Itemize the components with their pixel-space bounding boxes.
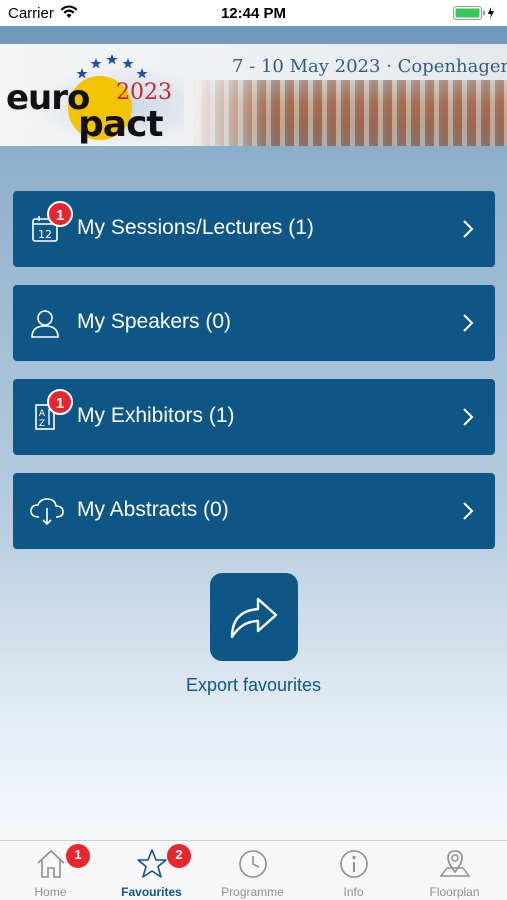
- logo-text-pact: pact: [78, 104, 164, 145]
- city-skyline-image: [190, 80, 507, 146]
- cloud-download-icon: [29, 495, 64, 527]
- svg-text:A: A: [39, 409, 46, 419]
- tab-floorplan[interactable]: Floorplan: [404, 841, 505, 900]
- battery-icon: [453, 5, 497, 25]
- menu-item-my-exhibitors[interactable]: A Z 1 My Exhibitors (1): [13, 379, 495, 455]
- chevron-right-icon: [461, 500, 475, 522]
- europact-logo: euro 2023 pact: [6, 54, 206, 146]
- menu-item-label: My Speakers (0): [77, 310, 232, 333]
- logo-text-euro: euro: [6, 78, 90, 118]
- sessions-badge: 1: [47, 201, 73, 227]
- chevron-right-icon: [461, 406, 475, 428]
- tab-label: Home: [34, 885, 67, 899]
- tab-label: Favourites: [121, 885, 182, 899]
- exhibitors-badge: 1: [47, 389, 73, 415]
- calendar-day: 12: [38, 228, 52, 241]
- tab-favourites[interactable]: 2 Favourites: [101, 841, 202, 900]
- menu-item-my-abstracts[interactable]: My Abstracts (0): [13, 473, 495, 549]
- logo-year: 2023: [116, 80, 172, 105]
- menu-item-my-sessions[interactable]: 12 1 My Sessions/Lectures (1): [13, 191, 495, 267]
- person-icon: [29, 307, 61, 339]
- export-favourites-label[interactable]: Export favourites: [0, 675, 507, 696]
- tab-label: Floorplan: [429, 885, 480, 899]
- clock-icon: [237, 848, 269, 880]
- share-arrow-icon: [230, 597, 278, 639]
- star-icon: [136, 848, 168, 880]
- home-icon: [35, 848, 67, 880]
- status-bar: Carrier 12:44 PM: [0, 0, 507, 26]
- tab-programme[interactable]: Programme: [202, 841, 303, 900]
- tab-label: Programme: [221, 885, 284, 899]
- banner-date-location: 7 - 10 May 2023 · Copenhagen: [232, 56, 507, 77]
- svg-text:Z: Z: [39, 419, 45, 429]
- chevron-right-icon: [461, 218, 475, 240]
- menu-item-my-speakers[interactable]: My Speakers (0): [13, 285, 495, 361]
- menu-item-label: My Sessions/Lectures (1): [77, 216, 314, 239]
- info-icon: [338, 848, 370, 880]
- tab-home[interactable]: 1 Home: [0, 841, 101, 900]
- tab-bar: 1 Home 2 Favourites Programme Info Floor…: [0, 840, 507, 900]
- map-pin-icon: [439, 848, 471, 880]
- menu-item-label: My Exhibitors (1): [77, 404, 235, 427]
- tab-label: Info: [343, 885, 364, 899]
- tab-info[interactable]: Info: [303, 841, 404, 900]
- favourites-badge: 2: [167, 844, 191, 868]
- menu-item-label: My Abstracts (0): [77, 498, 229, 521]
- chevron-right-icon: [461, 312, 475, 334]
- export-favourites-button[interactable]: [210, 573, 298, 661]
- conference-banner: euro 2023 pact 7 - 10 May 2023 · Copenha…: [0, 44, 507, 146]
- charging-icon: [488, 7, 494, 19]
- status-time: 12:44 PM: [220, 5, 287, 22]
- home-badge: 1: [66, 844, 90, 868]
